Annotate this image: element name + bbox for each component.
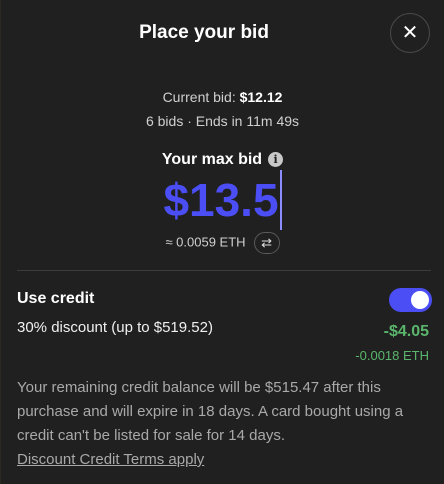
max-bid-heading: Your max bid i xyxy=(1,151,444,169)
info-icon[interactable]: i xyxy=(268,152,284,167)
discount-terms-link[interactable]: Discount Credit Terms apply xyxy=(17,451,204,468)
current-bid-label: Current bid: xyxy=(162,89,236,105)
current-bid-value: $12.12 xyxy=(239,89,283,105)
divider xyxy=(17,270,431,271)
modal-title: Place your bid xyxy=(139,22,269,43)
current-bid: Current bid: $12.12 xyxy=(1,89,444,105)
toggle-knob xyxy=(411,291,429,309)
eth-equivalent: ≈ 0.0059 ETH xyxy=(165,234,246,250)
discount-description: 30% discount (up to $519.52) xyxy=(17,319,213,336)
discount-amount-usd: -$4.05 xyxy=(383,323,429,340)
bids-and-time-remaining: 6 bids · Ends in 11m 49s xyxy=(145,113,300,129)
use-credit-toggle[interactable] xyxy=(389,288,432,312)
swap-icon: ⇄ xyxy=(261,235,273,250)
use-credit-label: Use credit xyxy=(17,290,95,307)
discount-amount-eth: -0.0018 ETH xyxy=(355,348,429,363)
bid-modal: Place your bid ✕ Current bid: $12.12 6 b… xyxy=(1,0,444,484)
screen: Place your bid ✕ Current bid: $12.12 6 b… xyxy=(0,0,444,484)
bid-amount-container: $13.5 xyxy=(1,170,444,230)
eth-equivalent-row: ≈ 0.0059 ETH ⇄ xyxy=(1,232,444,254)
close-button[interactable]: ✕ xyxy=(390,13,430,53)
credit-notice: Your remaining credit balance will be $5… xyxy=(17,379,404,444)
max-bid-input[interactable]: $13.5 xyxy=(163,170,282,230)
swap-currency-button[interactable]: ⇄ xyxy=(253,232,280,254)
max-bid-label: Your max bid xyxy=(161,151,263,168)
close-icon: ✕ xyxy=(401,22,419,44)
